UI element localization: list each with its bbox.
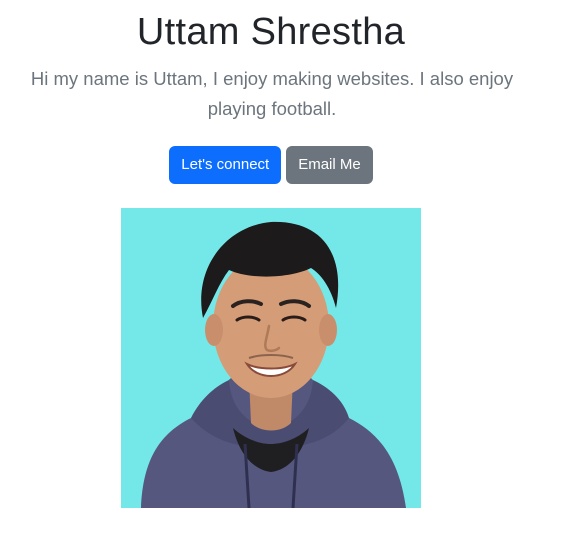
intro-text: Hi my name is Uttam, I enjoy making webs… <box>30 68 514 119</box>
email-button[interactable]: Email Me <box>286 146 373 184</box>
page-title: Uttam Shrestha <box>136 11 406 53</box>
ear-left <box>205 314 223 346</box>
ear-right <box>319 314 337 346</box>
action-buttons: Let's connect Email Me <box>0 146 542 184</box>
connect-button[interactable]: Let's connect <box>169 146 282 184</box>
profile-photo <box>121 208 421 508</box>
hero-section: Uttam Shrestha Hi my name is Uttam, I en… <box>0 0 580 550</box>
portrait-illustration <box>121 208 421 508</box>
